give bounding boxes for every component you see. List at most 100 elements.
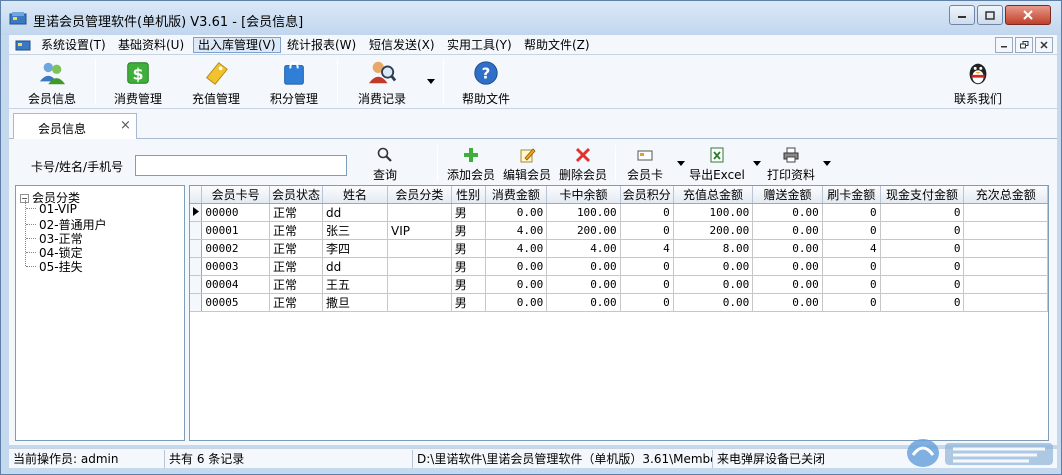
close-button[interactable] (1005, 5, 1051, 25)
table-cell[interactable]: 00000 (201, 203, 270, 222)
row-indicator[interactable] (190, 257, 203, 276)
menu-inventory[interactable]: 出入库管理(V) (193, 37, 281, 53)
table-cell[interactable]: 0.00 (752, 293, 823, 312)
table-cell[interactable]: 男 (451, 221, 486, 240)
table-cell[interactable]: 0 (880, 203, 965, 222)
table-cell[interactable]: 0.00 (485, 257, 548, 276)
table-cell[interactable]: 正常 (269, 257, 323, 276)
table-cell[interactable]: 0.00 (546, 257, 621, 276)
member-grid[interactable]: 会员卡号 会员状态 姓名 会员分类 性别 消费金额 卡中余额 会员积分 充值总金… (189, 185, 1049, 441)
table-cell[interactable]: 4 (822, 239, 881, 258)
toolbar-consumption-button[interactable]: $ 消费管理 (103, 57, 173, 107)
menu-basic-data[interactable]: 基础资料(U) (114, 37, 188, 53)
table-cell[interactable]: 0.00 (485, 203, 548, 222)
table-cell[interactable]: 撒旦 (322, 293, 389, 312)
search-input[interactable] (135, 155, 347, 176)
table-cell[interactable]: 0 (822, 203, 881, 222)
menu-sms[interactable]: 短信发送(X) (365, 37, 439, 53)
table-cell[interactable] (963, 221, 1048, 240)
table-row[interactable]: 00001 正常 张三 VIP 男 4.00 200.00 0 200.00 0.00 0 0 (190, 221, 1048, 240)
toolbar-contact-button[interactable]: 联系我们 (943, 57, 1013, 107)
tab-member-info[interactable]: 会员信息 × (13, 113, 137, 140)
table-cell[interactable]: 正常 (269, 293, 323, 312)
table-row[interactable]: 00002 正常 李四男 4.00 4.00 4 8.00 0.00 4 0 (190, 239, 1048, 258)
table-cell[interactable]: 0.00 (673, 257, 754, 276)
row-indicator[interactable] (190, 239, 203, 258)
table-row[interactable]: 00003 正常 dd 男 0.00 0.00 0 0.00 0.00 0 0 (190, 257, 1048, 276)
table-cell[interactable]: 00005 (201, 293, 270, 312)
table-cell[interactable] (963, 275, 1048, 294)
table-cell[interactable]: 0.00 (673, 275, 754, 294)
table-cell[interactable]: 0.00 (546, 293, 621, 312)
table-cell[interactable]: 正常 (269, 275, 323, 294)
table-cell[interactable]: 0.00 (485, 275, 548, 294)
table-cell[interactable]: 0 (822, 293, 881, 312)
table-cell[interactable]: 100.00 (673, 203, 754, 222)
table-cell[interactable] (963, 239, 1048, 258)
edit-member-button[interactable]: 编辑会员 (501, 147, 553, 185)
table-cell[interactable]: 男 (451, 203, 486, 222)
table-cell[interactable]: 李四 (322, 239, 389, 258)
table-cell[interactable]: 200.00 (673, 221, 754, 240)
table-cell[interactable]: 0.00 (546, 275, 621, 294)
column-header[interactable]: 会员状态 (269, 186, 323, 204)
mdi-minimize-button[interactable] (995, 37, 1013, 53)
table-cell[interactable]: 4.00 (485, 239, 548, 258)
current-row-indicator[interactable] (190, 203, 203, 222)
table-cell[interactable]: 00003 (201, 257, 270, 276)
table-cell[interactable]: 正常 (269, 203, 323, 222)
column-header[interactable]: 充次总金额 (963, 186, 1048, 204)
mdi-restore-button[interactable] (1015, 37, 1033, 53)
table-cell[interactable]: 0.00 (752, 275, 823, 294)
table-cell[interactable]: 0.00 (752, 257, 823, 276)
table-cell[interactable]: 0 (880, 257, 965, 276)
table-cell[interactable] (963, 293, 1048, 312)
menu-tools[interactable]: 实用工具(Y) (443, 37, 516, 53)
member-card-button[interactable]: 会员卡 (621, 147, 669, 185)
table-cell[interactable]: 0 (620, 293, 674, 312)
tree-item[interactable]: 01-VIP (26, 202, 77, 216)
column-header[interactable]: 会员分类 (387, 186, 452, 204)
table-cell[interactable]: 100.00 (546, 203, 621, 222)
title-bar[interactable]: 里诺会员管理软件(单机版) V3.61 - [会员信息] (1, 1, 1061, 35)
column-header[interactable]: 刷卡金额 (822, 186, 881, 204)
column-header[interactable]: 会员卡号 (201, 186, 270, 204)
minimize-button[interactable] (949, 5, 975, 25)
table-cell[interactable]: 0.00 (752, 221, 823, 240)
export-excel-button[interactable]: 导出Excel (687, 147, 747, 185)
category-tree[interactable]: − 会员分类 01-VIP 02-普通用户 03-正常 04-锁定 05-挂失 (15, 185, 185, 441)
table-cell[interactable]: 200.00 (546, 221, 621, 240)
table-cell[interactable]: 0.00 (752, 203, 823, 222)
toolbar-records-button[interactable]: 消费记录 (347, 57, 417, 107)
table-row[interactable]: 00000 正常 dd 男 0.00 100.00 0 100.00 0.00 0 0 (190, 203, 1048, 222)
table-cell[interactable] (387, 275, 452, 294)
print-dropdown-arrow[interactable] (823, 161, 831, 166)
row-indicator[interactable] (190, 293, 203, 312)
table-cell[interactable]: 0.00 (485, 293, 548, 312)
table-cell[interactable]: 男 (451, 257, 486, 276)
table-cell[interactable]: 0 (880, 221, 965, 240)
maximize-button[interactable] (977, 5, 1003, 25)
table-row[interactable]: 00004 正常 王五男 0.00 0.00 0 0.00 0.00 0 0 (190, 275, 1048, 294)
table-cell[interactable]: 0 (822, 275, 881, 294)
column-header[interactable]: 充值总金额 (673, 186, 754, 204)
print-button[interactable]: 打印资料 (761, 147, 821, 185)
column-header[interactable]: 赠送金额 (752, 186, 823, 204)
table-cell[interactable]: 正常 (269, 221, 323, 240)
table-cell[interactable]: 0.00 (673, 293, 754, 312)
table-cell[interactable]: 00002 (201, 239, 270, 258)
table-cell[interactable]: 男 (451, 293, 486, 312)
table-cell[interactable]: 0 (880, 275, 965, 294)
table-cell[interactable]: 正常 (269, 239, 323, 258)
table-cell[interactable]: 男 (451, 239, 486, 258)
table-cell[interactable]: 0 (620, 221, 674, 240)
menu-help[interactable]: 帮助文件(Z) (520, 37, 594, 53)
tree-item[interactable]: 05-挂失 (26, 258, 83, 275)
tab-close-icon[interactable]: × (120, 118, 131, 133)
row-indicator[interactable] (190, 275, 203, 294)
column-header[interactable]: 会员积分 (620, 186, 674, 204)
table-cell[interactable] (963, 203, 1048, 222)
table-cell[interactable] (963, 257, 1048, 276)
table-cell[interactable] (387, 293, 452, 312)
records-dropdown-arrow[interactable] (427, 79, 435, 84)
